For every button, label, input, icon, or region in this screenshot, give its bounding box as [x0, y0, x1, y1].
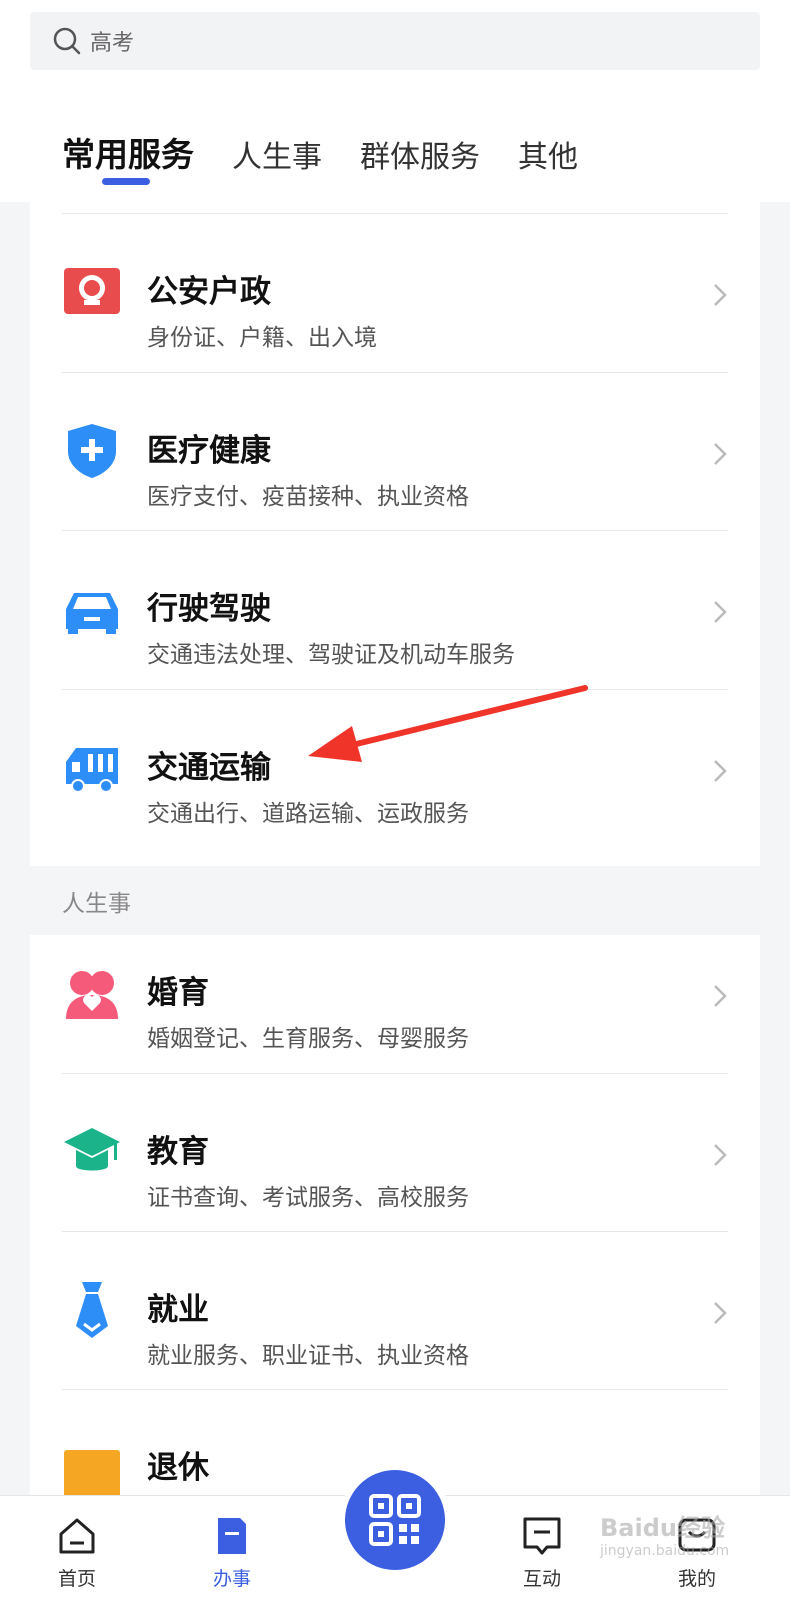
search-placeholder: 高考	[90, 31, 135, 56]
active-tab-indicator	[102, 178, 150, 185]
service-item-medical[interactable]: 医疗健康 医疗支付、疫苗接种、执业资格	[30, 373, 760, 531]
service-title: 医疗健康	[147, 433, 271, 469]
chevron-right-icon	[714, 760, 727, 782]
nav-label: 办事	[212, 1568, 251, 1590]
tab-life-events[interactable]: 人生事	[232, 132, 322, 188]
qr-code-icon	[369, 1494, 421, 1546]
chevron-right-icon	[714, 443, 727, 465]
nav-interact[interactable]: 互动	[497, 1514, 587, 1591]
service-subtitle: 交通违法处理、驾驶证及机动车服务	[147, 642, 515, 668]
document-icon	[218, 1518, 246, 1554]
tab-other[interactable]: 其他	[518, 132, 578, 188]
service-item-police[interactable]: 公安户政 身份证、户籍、出入境	[30, 214, 760, 372]
scan-qr-button[interactable]	[345, 1470, 445, 1570]
service-title: 交通运输	[147, 750, 271, 786]
service-item-driving[interactable]: 行驶驾驶 交通违法处理、驾驶证及机动车服务	[30, 531, 760, 689]
baidu-watermark: Baidu经验 jingyan.baidu.com	[600, 1508, 729, 1559]
section-label-life-events: 人生事	[62, 891, 131, 917]
service-title: 退休	[147, 1450, 209, 1486]
watermark-url: jingyan.baidu.com	[600, 1543, 730, 1559]
necktie-icon	[76, 1282, 108, 1338]
service-item-employment[interactable]: 就业 就业服务、职业证书、执业资格	[30, 1232, 760, 1390]
service-title: 教育	[147, 1134, 209, 1170]
service-subtitle: 就业服务、职业证书、执业资格	[147, 1343, 469, 1369]
service-subtitle: 医疗支付、疫苗接种、执业资格	[147, 484, 469, 510]
couple-heart-icon	[66, 971, 118, 1019]
nav-label: 首页	[57, 1568, 96, 1590]
annotation-arrow	[308, 685, 588, 762]
search-icon	[53, 27, 81, 55]
service-title: 公安户政	[147, 274, 271, 310]
chevron-right-icon	[714, 601, 727, 623]
medical-shield-icon	[68, 424, 116, 478]
chevron-right-icon	[714, 284, 727, 306]
nav-services[interactable]: 办事	[187, 1514, 277, 1591]
nav-label: 我的	[677, 1568, 716, 1590]
service-title: 行驶驾驶	[147, 591, 271, 627]
chat-icon	[523, 1517, 561, 1555]
service-item-education[interactable]: 教育 证书查询、考试服务、高校服务	[30, 1074, 760, 1232]
watermark-brand: Baidu经验	[600, 1514, 725, 1542]
service-title: 婚育	[147, 975, 209, 1011]
car-icon	[66, 593, 118, 634]
tab-group-services[interactable]: 群体服务	[360, 132, 480, 188]
chevron-right-icon	[714, 985, 727, 1007]
service-title: 就业	[147, 1292, 209, 1328]
chevron-right-icon	[714, 1144, 727, 1166]
service-subtitle: 证书查询、考试服务、高校服务	[147, 1185, 469, 1211]
nav-home[interactable]: 首页	[32, 1514, 122, 1591]
truck-icon	[66, 748, 118, 793]
service-subtitle: 身份证、户籍、出入境	[147, 325, 377, 351]
chevron-right-icon	[714, 1302, 727, 1324]
search-bar[interactable]: 高考	[30, 12, 760, 70]
service-item-marriage[interactable]: 婚育 婚姻登记、生育服务、母婴服务	[30, 915, 760, 1073]
police-badge-icon	[64, 268, 120, 314]
home-icon	[59, 1518, 95, 1554]
nav-label: 互动	[522, 1568, 561, 1590]
service-subtitle: 交通出行、道路运输、运政服务	[147, 801, 469, 827]
graduation-cap-icon	[64, 1128, 120, 1171]
service-subtitle: 婚姻登记、生育服务、母婴服务	[147, 1026, 469, 1052]
